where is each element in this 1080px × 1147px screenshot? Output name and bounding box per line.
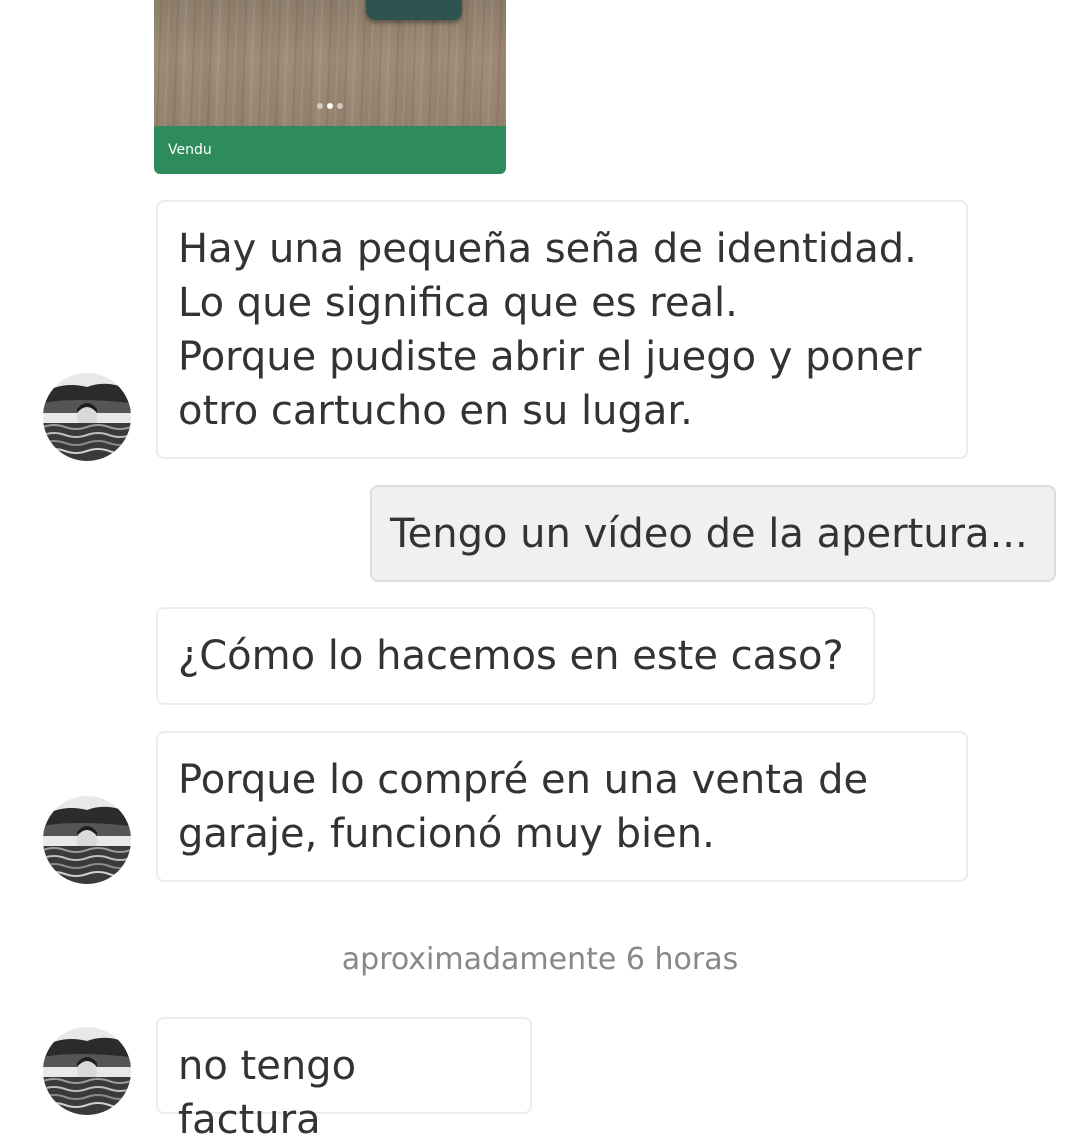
- message-timestamp: aproximadamente 6 horas: [341, 942, 739, 977]
- outgoing-message: Tengo un vídeo de la apertura...: [370, 485, 1056, 582]
- carousel-dot-active: [327, 103, 333, 109]
- carousel-dot: [337, 103, 343, 109]
- avatar-icon[interactable]: [43, 1027, 131, 1115]
- avatar-icon[interactable]: [43, 373, 131, 461]
- product-photo-object: [366, 0, 462, 20]
- sold-status-banner: Vendu: [154, 126, 506, 174]
- incoming-message: Porque lo compré en una venta de garaje,…: [156, 731, 968, 882]
- product-photo[interactable]: [154, 0, 506, 126]
- carousel-dots: [154, 103, 506, 109]
- incoming-message: Hay una pequeña seña de identidad. Lo qu…: [156, 200, 968, 459]
- product-card[interactable]: Vendu: [154, 0, 506, 174]
- avatar-photo: [43, 1027, 131, 1115]
- incoming-message: no tengo factura: [156, 1017, 532, 1143]
- carousel-dot: [317, 103, 323, 109]
- avatar-photo: [43, 796, 131, 884]
- incoming-message: ¿Cómo lo hacemos en este caso?: [156, 607, 875, 705]
- avatar-icon[interactable]: [43, 796, 131, 884]
- avatar-photo: [43, 373, 131, 461]
